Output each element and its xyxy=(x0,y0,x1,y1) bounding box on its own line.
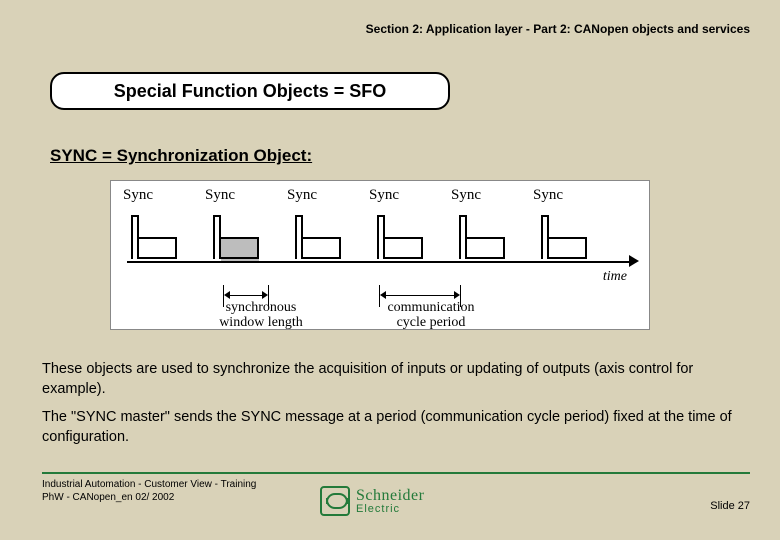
sync-pulse: Sync xyxy=(541,215,609,259)
sync-pulse: Sync xyxy=(213,215,281,259)
time-arrow-icon xyxy=(629,255,639,267)
sync-label: Sync xyxy=(113,187,163,204)
sync-pulse: Sync xyxy=(459,215,527,259)
footer-line1: Industrial Automation - Customer View - … xyxy=(42,478,256,491)
time-axis xyxy=(127,261,633,263)
section-header: Section 2: Application layer - Part 2: C… xyxy=(0,22,750,36)
time-label: time xyxy=(603,269,627,285)
paragraph-2: The "SYNC master" sends the SYNC message… xyxy=(42,408,740,447)
logo-text-top: Schneider xyxy=(356,488,424,504)
sync-label: Sync xyxy=(277,187,327,204)
sync-label: Sync xyxy=(359,187,409,204)
slide-number: Slide 27 xyxy=(710,500,750,512)
title-box: Special Function Objects = SFO xyxy=(50,72,450,110)
logo-text-bottom: Electric xyxy=(356,504,424,515)
pulse-row: Sync Sync Sync Sync Sync Sync xyxy=(131,215,629,265)
sync-diagram: Sync Sync Sync Sync Sync Sync time synch… xyxy=(110,180,650,330)
footer-rule xyxy=(42,472,750,474)
sync-label: Sync xyxy=(523,187,573,204)
sync-pulse: Sync xyxy=(377,215,445,259)
sync-label: Sync xyxy=(441,187,491,204)
measure-label-2: communicationcycle period xyxy=(361,301,501,330)
subheading: SYNC = Synchronization Object: xyxy=(50,146,312,166)
logo-icon xyxy=(320,486,350,516)
paragraph-1: These objects are used to synchronize th… xyxy=(42,360,740,399)
title-text: Special Function Objects = SFO xyxy=(114,81,387,102)
measure-label-1: synchronouswindow length xyxy=(201,301,321,330)
sync-label: Sync xyxy=(195,187,245,204)
sync-pulse: Sync xyxy=(295,215,363,259)
footer-line2: PhW - CANopen_en 02/ 2002 xyxy=(42,491,256,504)
schneider-logo: Schneider Electric xyxy=(320,482,470,520)
sync-pulse: Sync xyxy=(131,215,199,259)
footer-left: Industrial Automation - Customer View - … xyxy=(42,478,256,504)
